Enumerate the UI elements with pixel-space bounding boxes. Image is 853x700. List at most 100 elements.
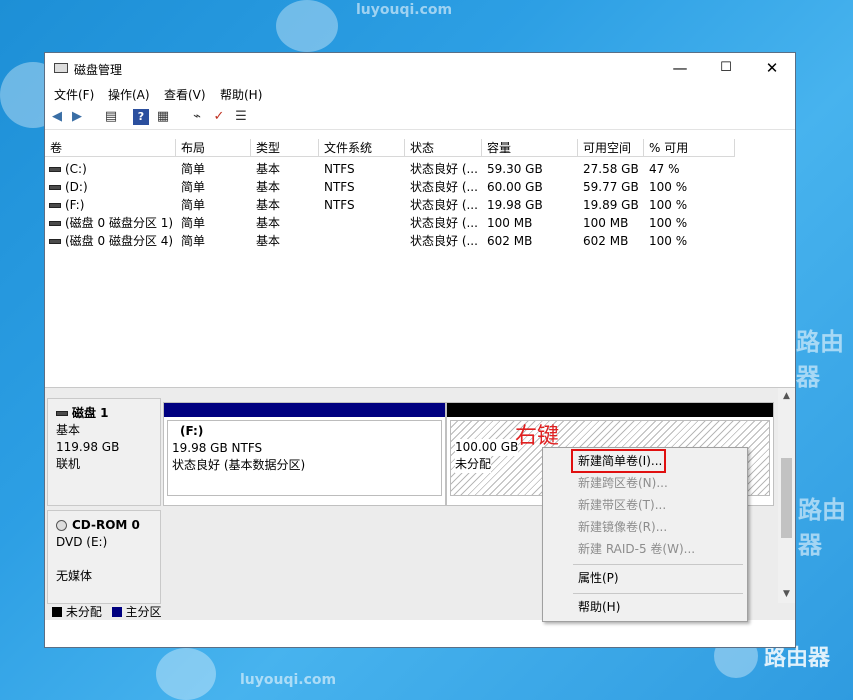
unallocated-status: 未分配 xyxy=(455,456,492,473)
check-icon[interactable]: ✓ xyxy=(211,109,227,125)
table-cell: (D:) xyxy=(49,178,88,196)
disk1-name: 磁盘 1 xyxy=(72,406,109,420)
watermark-logo xyxy=(276,0,338,52)
maximize-button[interactable]: ☐ xyxy=(703,53,749,83)
partition-f-status: 状态良好 (基本数据分区) xyxy=(172,458,306,472)
forward-arrow-icon[interactable]: ▶ xyxy=(69,109,85,125)
scroll-down-icon[interactable]: ▼ xyxy=(778,586,795,603)
menu-view[interactable]: 查看(V) xyxy=(164,86,206,103)
toolbar: ◀ ▶ ▤ ? ▦ ⌁ ✓ ☰ xyxy=(45,105,795,130)
table-cell: 100 MB xyxy=(583,214,628,232)
table-cell: 基本 xyxy=(256,160,280,178)
partition-f[interactable]: (F:) 19.98 GB NTFS 状态良好 (基本数据分区) xyxy=(163,402,446,506)
cell-text: 47 % xyxy=(649,162,680,176)
partition-bar-primary xyxy=(164,403,445,417)
table-cell: 状态良好 (... xyxy=(410,214,478,232)
menu-new-mirrored-volume[interactable]: 新建镜像卷(R)... xyxy=(578,517,667,537)
back-arrow-icon[interactable]: ◀ xyxy=(49,109,65,125)
table-cell: 基本 xyxy=(256,178,280,196)
menu-new-spanned-volume[interactable]: 新建跨区卷(N)... xyxy=(578,473,668,493)
cdrom-label[interactable]: CD-ROM 0 DVD (E:) 无媒体 xyxy=(47,510,161,604)
scroll-thumb[interactable] xyxy=(781,458,792,538)
legend-unallocated-label: 未分配 xyxy=(65,605,102,619)
table-row[interactable]: (C:) 简单 基本 NTFS 状态良好 (... 59.30 GB 27.58 GB 47 … xyxy=(45,160,795,178)
watermark-logo xyxy=(156,648,216,700)
column-header-percent-free[interactable]: % 可用 xyxy=(644,139,735,157)
table-cell: 100 MB xyxy=(487,214,532,232)
table-cell: 状态良好 (... xyxy=(410,178,478,196)
menu-help[interactable]: 帮助(H) xyxy=(220,86,262,103)
disk1-status: 联机 xyxy=(56,457,81,471)
cell-text: 简单 xyxy=(181,198,206,212)
disk1-label[interactable]: 磁盘 1 基本 119.98 GB 联机 xyxy=(47,398,161,506)
table-cell: NTFS xyxy=(324,196,355,214)
cell-text: NTFS xyxy=(324,162,355,176)
partition-f-size: 19.98 GB NTFS xyxy=(172,441,263,455)
cell-text: 基本 xyxy=(256,234,281,248)
connect-icon[interactable]: ⌁ xyxy=(189,109,205,125)
view-icon[interactable]: ▦ xyxy=(155,109,171,125)
scroll-up-icon[interactable]: ▲ xyxy=(778,388,795,405)
menu-new-striped-volume[interactable]: 新建带区卷(T)... xyxy=(578,495,666,515)
watermark-text: 路由器 xyxy=(798,496,846,559)
cell-text: 59.77 GB xyxy=(583,180,639,194)
column-header-layout[interactable]: 布局 xyxy=(176,139,251,157)
volume-icon xyxy=(49,185,61,190)
table-cell: 100 % xyxy=(649,232,687,250)
cell-text: (D:) xyxy=(65,180,88,194)
table-cell: (磁盘 0 磁盘分区 1) xyxy=(49,214,173,232)
table-cell: 60.00 GB xyxy=(487,178,543,196)
menu-help-item[interactable]: 帮助(H) xyxy=(578,597,620,617)
table-cell: 100 % xyxy=(649,214,687,232)
title-bar: 磁盘管理 — ☐ ✕ xyxy=(45,53,795,83)
table-cell: (磁盘 0 磁盘分区 4) xyxy=(49,232,173,250)
table-cell: 简单 xyxy=(181,214,205,232)
cell-text: 100 % xyxy=(649,234,688,248)
menu-bar: 文件(F) 操作(A) 查看(V) 帮助(H) xyxy=(45,83,795,105)
column-header-status[interactable]: 状态 xyxy=(405,139,482,157)
partition-f-label: (F:) xyxy=(180,424,204,438)
cell-text: 基本 xyxy=(256,198,281,212)
table-row[interactable]: (磁盘 0 磁盘分区 4) 简单 基本 状态良好 (... 602 MB 602 MB 10… xyxy=(45,232,795,250)
minimize-button[interactable]: — xyxy=(657,53,703,83)
right-click-annotation: 右键 xyxy=(515,424,560,449)
console-tree-icon[interactable]: ▤ xyxy=(103,109,119,125)
table-cell: 状态良好 (... xyxy=(410,232,478,250)
table-row[interactable]: (磁盘 0 磁盘分区 1) 简单 基本 状态良好 (... 100 MB 100 MB 10… xyxy=(45,214,795,232)
cell-text: (C:) xyxy=(65,162,87,176)
table-cell: 47 % xyxy=(649,160,680,178)
column-header-filesystem[interactable]: 文件系统 xyxy=(319,139,405,157)
cell-text: 100 % xyxy=(649,198,688,212)
menu-properties[interactable]: 属性(P) xyxy=(578,568,619,588)
cell-text: (F:) xyxy=(65,198,85,212)
menu-file[interactable]: 文件(F) xyxy=(54,86,94,103)
watermark-text: luyouqi.com xyxy=(356,2,453,18)
column-header-free-space[interactable]: 可用空间 xyxy=(578,139,644,157)
help-icon[interactable]: ? xyxy=(133,109,149,125)
close-button[interactable]: ✕ xyxy=(749,53,795,83)
cell-text: 100 % xyxy=(649,180,688,194)
cell-text: 27.58 GB xyxy=(583,162,639,176)
properties-icon[interactable]: ☰ xyxy=(233,109,249,125)
table-cell: 简单 xyxy=(181,196,205,214)
column-header-capacity[interactable]: 容量 xyxy=(482,139,578,157)
cdrom-name: CD-ROM 0 xyxy=(72,518,140,532)
menu-action[interactable]: 操作(A) xyxy=(108,86,150,103)
table-row[interactable]: (F:) 简单 基本 NTFS 状态良好 (... 19.98 GB 19.89 GB 100… xyxy=(45,196,795,214)
table-cell: (F:) xyxy=(49,196,84,214)
table-cell: 27.58 GB xyxy=(583,160,639,178)
column-header-volume[interactable]: 卷 xyxy=(45,139,176,157)
cell-text: 59.30 GB xyxy=(487,162,543,176)
table-cell: 基本 xyxy=(256,214,280,232)
table-row[interactable]: (D:) 简单 基本 NTFS 状态良好 (... 60.00 GB 59.77 GB 100… xyxy=(45,178,795,196)
cell-text: 602 MB xyxy=(583,234,629,248)
menu-new-raid5-volume[interactable]: 新建 RAID-5 卷(W)... xyxy=(578,539,695,559)
unallocated-size: 100.00 GB xyxy=(455,439,519,456)
cell-text: 100 MB xyxy=(487,216,533,230)
column-header-type[interactable]: 类型 xyxy=(251,139,319,157)
cell-text: 19.98 GB xyxy=(487,198,543,212)
vertical-scrollbar[interactable]: ▲ ▼ xyxy=(778,388,795,603)
menu-new-simple-volume[interactable]: 新建简单卷(I)... xyxy=(578,451,662,471)
volume-icon xyxy=(49,239,61,244)
partition-bar-unallocated xyxy=(447,403,773,417)
